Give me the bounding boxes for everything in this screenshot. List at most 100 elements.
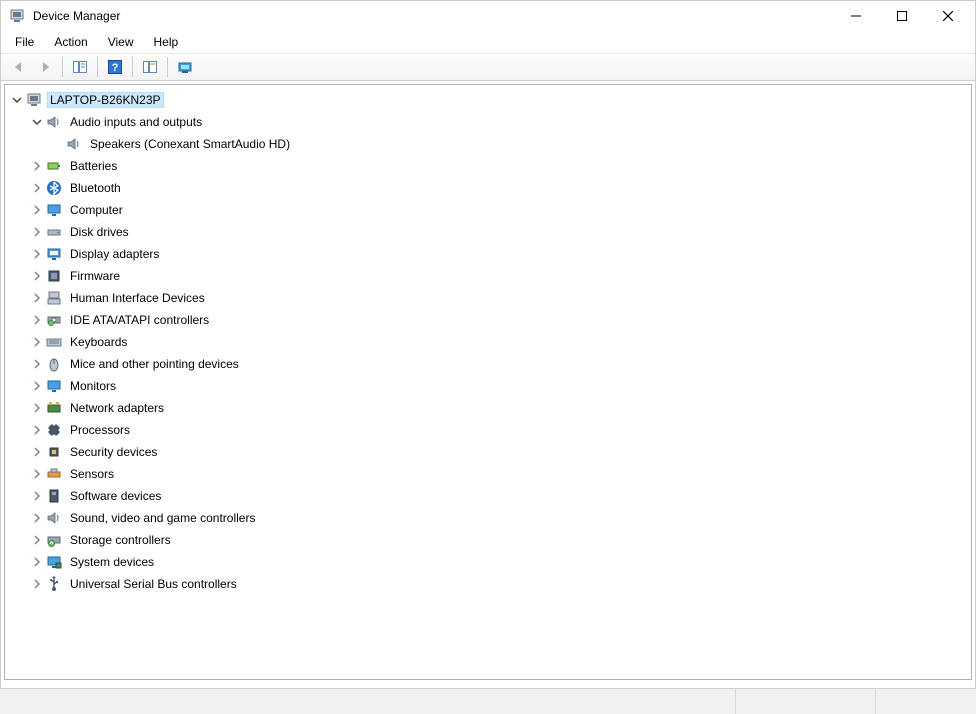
monitor-icon [45, 201, 63, 219]
tree-category-label[interactable]: Processors [67, 422, 133, 438]
chevron-right-icon[interactable] [29, 312, 45, 328]
tree-category[interactable]: Keyboards [5, 331, 971, 353]
separator [62, 57, 63, 77]
minimize-button[interactable] [833, 1, 879, 31]
tree-category[interactable]: Network adapters [5, 397, 971, 419]
tree-device-speakers[interactable]: Speakers (Conexant SmartAudio HD) [5, 133, 971, 155]
device-tree[interactable]: LAPTOP-B26KN23P Audio inputs and outputs… [4, 84, 972, 680]
tree-category[interactable]: Human Interface Devices [5, 287, 971, 309]
chevron-right-icon[interactable] [29, 334, 45, 350]
chevron-right-icon[interactable] [29, 510, 45, 526]
menu-help[interactable]: Help [146, 33, 187, 51]
properties-button[interactable] [138, 55, 162, 79]
tree-category-label[interactable]: System devices [67, 554, 157, 570]
display-adapter-icon [45, 245, 63, 263]
help-button[interactable]: ? [103, 55, 127, 79]
tree-category-label[interactable]: Security devices [67, 444, 160, 460]
tree-category[interactable]: Monitors [5, 375, 971, 397]
statusbar [0, 688, 976, 714]
back-button[interactable] [7, 55, 31, 79]
tree-category-label[interactable]: Firmware [67, 268, 123, 284]
maximize-button[interactable] [879, 1, 925, 31]
chevron-right-icon[interactable] [29, 532, 45, 548]
forward-button[interactable] [33, 55, 57, 79]
menu-view[interactable]: View [100, 33, 142, 51]
menu-action[interactable]: Action [46, 33, 95, 51]
tree-category-label[interactable]: Software devices [67, 488, 164, 504]
tree-category[interactable]: Software devices [5, 485, 971, 507]
tree-category[interactable]: System devices [5, 551, 971, 573]
tree-category-label[interactable]: Display adapters [67, 246, 162, 262]
tree-category[interactable]: Processors [5, 419, 971, 441]
chevron-right-icon[interactable] [29, 290, 45, 306]
tree-category-label[interactable]: Universal Serial Bus controllers [67, 576, 240, 592]
tree-category-label[interactable]: IDE ATA/ATAPI controllers [67, 312, 212, 328]
chevron-right-icon[interactable] [29, 488, 45, 504]
chevron-down-icon[interactable] [9, 92, 25, 108]
monitor-icon [45, 377, 63, 395]
chevron-down-icon[interactable] [29, 114, 45, 130]
tree-category[interactable]: Disk drives [5, 221, 971, 243]
hid-icon [45, 289, 63, 307]
chevron-right-icon[interactable] [29, 158, 45, 174]
chevron-right-icon[interactable] [29, 554, 45, 570]
tree-root-node[interactable]: LAPTOP-B26KN23P [5, 89, 971, 111]
system-icon [45, 553, 63, 571]
chevron-right-icon[interactable] [29, 444, 45, 460]
chevron-right-icon[interactable] [29, 576, 45, 592]
tree-category[interactable]: Sound, video and game controllers [5, 507, 971, 529]
security-icon [45, 443, 63, 461]
console-tree-button[interactable] [68, 55, 92, 79]
tree-category-label[interactable]: Audio inputs and outputs [67, 114, 205, 130]
tree-category[interactable]: Bluetooth [5, 177, 971, 199]
chevron-right-icon[interactable] [29, 356, 45, 372]
tree-category-label[interactable]: Batteries [67, 158, 120, 174]
chevron-right-icon[interactable] [29, 422, 45, 438]
tree-category[interactable]: Batteries [5, 155, 971, 177]
menu-file[interactable]: File [7, 33, 42, 51]
tree-category-label[interactable]: Disk drives [67, 224, 132, 240]
sensor-icon [45, 465, 63, 483]
status-cell [876, 689, 976, 714]
status-cell [736, 689, 876, 714]
tree-category[interactable]: IDE ATA/ATAPI controllers [5, 309, 971, 331]
tree-category-label[interactable]: Human Interface Devices [67, 290, 208, 306]
tree-category[interactable]: Sensors [5, 463, 971, 485]
tree-category[interactable]: Mice and other pointing devices [5, 353, 971, 375]
titlebar: Device Manager [1, 1, 975, 31]
tree-category[interactable]: Computer [5, 199, 971, 221]
tree-category-label[interactable]: Monitors [67, 378, 119, 394]
speaker-icon [45, 113, 63, 131]
tree-category-label[interactable]: Network adapters [67, 400, 167, 416]
tree-category-label[interactable]: Computer [67, 202, 126, 218]
tree-category-label[interactable]: Sound, video and game controllers [67, 510, 258, 526]
tree-category[interactable]: Universal Serial Bus controllers [5, 573, 971, 595]
chevron-right-icon[interactable] [29, 268, 45, 284]
speaker-icon [65, 135, 83, 153]
chevron-right-icon[interactable] [29, 378, 45, 394]
chevron-right-icon[interactable] [29, 224, 45, 240]
tree-category[interactable]: Storage controllers [5, 529, 971, 551]
separator [97, 57, 98, 77]
chevron-right-icon[interactable] [29, 246, 45, 262]
tree-category-label[interactable]: Sensors [67, 466, 117, 482]
tree-root-label[interactable]: LAPTOP-B26KN23P [47, 92, 164, 108]
tree-category-label[interactable]: Storage controllers [67, 532, 174, 548]
tree-category-label[interactable]: Mice and other pointing devices [67, 356, 242, 372]
separator [167, 57, 168, 77]
speaker-icon [45, 509, 63, 527]
chevron-right-icon[interactable] [29, 400, 45, 416]
chevron-right-icon[interactable] [29, 202, 45, 218]
scan-hardware-button[interactable] [173, 55, 197, 79]
close-button[interactable] [925, 1, 971, 31]
chevron-right-icon[interactable] [29, 466, 45, 482]
tree-category-label[interactable]: Bluetooth [67, 180, 124, 196]
separator [132, 57, 133, 77]
tree-category-audio[interactable]: Audio inputs and outputs [5, 111, 971, 133]
tree-category[interactable]: Firmware [5, 265, 971, 287]
tree-category-label[interactable]: Keyboards [67, 334, 130, 350]
tree-category[interactable]: Security devices [5, 441, 971, 463]
chevron-right-icon[interactable] [29, 180, 45, 196]
tree-category[interactable]: Display adapters [5, 243, 971, 265]
tree-device-label[interactable]: Speakers (Conexant SmartAudio HD) [87, 136, 293, 152]
